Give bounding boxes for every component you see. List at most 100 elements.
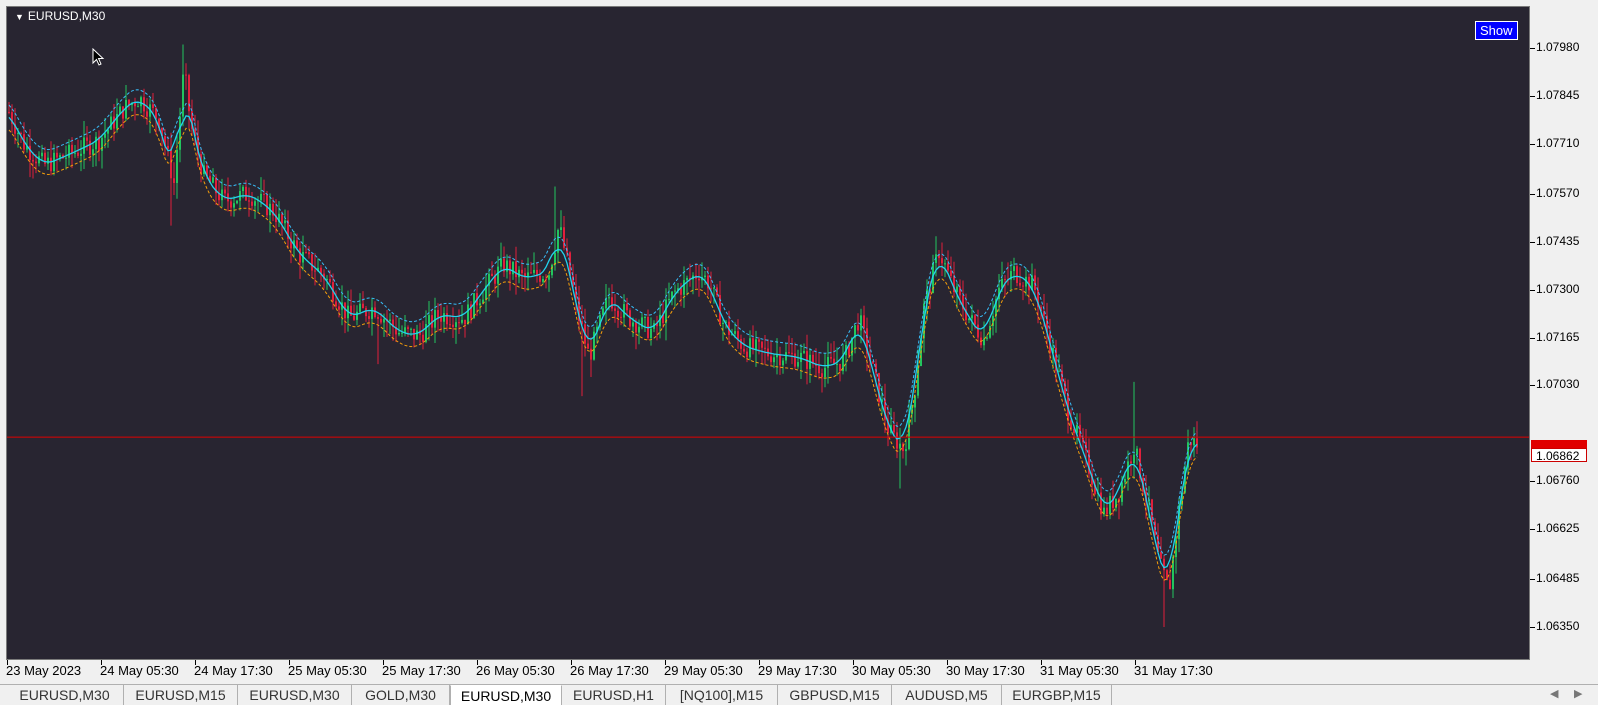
chart-tab[interactable]: EURUSD,M30 <box>238 685 352 705</box>
price-tick-label: 1.07845 <box>1536 87 1580 102</box>
price-tick-mark <box>1530 48 1535 49</box>
candle-body <box>167 145 169 149</box>
time-tick-mark <box>571 660 572 665</box>
candle-body <box>941 258 943 264</box>
candle-body <box>173 178 175 184</box>
candle-body <box>683 280 685 295</box>
candle-body <box>587 343 589 349</box>
candle-body <box>53 152 55 172</box>
candle-body <box>509 260 511 275</box>
candle-body <box>92 149 94 155</box>
candle-body <box>71 144 73 154</box>
chart-tab[interactable]: EURUSD,M30 <box>6 685 124 705</box>
candle-body <box>140 97 142 107</box>
candle-body <box>680 288 682 295</box>
chart-plot-area[interactable]: ▼ EURUSD,M30 Show <box>6 6 1530 660</box>
candle-body <box>713 287 715 289</box>
candle-body <box>533 269 535 273</box>
candle-body <box>830 356 832 359</box>
price-tick-mark <box>1530 627 1535 628</box>
candle-body <box>416 330 418 340</box>
symbol-label: EURUSD,M30 <box>27 9 106 23</box>
candle-body <box>1124 478 1126 483</box>
candle-body <box>590 348 592 360</box>
candle-body <box>1136 448 1138 455</box>
time-tick-label: 25 May 17:30 <box>382 663 461 678</box>
candle-body <box>410 328 412 330</box>
candle-body <box>458 322 460 324</box>
chart-tab[interactable]: GOLD,M30 <box>352 685 450 705</box>
candle-body <box>905 449 907 452</box>
candle-body <box>821 373 823 378</box>
price-tick-label: 1.07570 <box>1536 185 1580 200</box>
mouse-cursor-icon <box>92 48 105 66</box>
candle-body <box>263 193 265 195</box>
candle-body <box>242 186 244 192</box>
tab-scroll-left-icon[interactable]: ◀ <box>1550 687 1558 700</box>
candle-body <box>1004 278 1006 280</box>
candle-body <box>233 203 235 208</box>
candle-body <box>560 227 562 231</box>
price-tick-label: 1.06485 <box>1536 571 1580 586</box>
candle-body <box>359 303 361 312</box>
candle-body <box>254 201 256 206</box>
candle-body <box>1016 266 1018 283</box>
time-tick-label: 31 May 05:30 <box>1040 663 1119 678</box>
candle-body <box>950 270 952 276</box>
time-tick-label: 30 May 17:30 <box>946 663 1025 678</box>
candle-body <box>371 307 373 319</box>
candle-body <box>947 263 949 271</box>
candle-body <box>620 316 622 318</box>
candle-body <box>974 315 976 325</box>
time-tick-label: 25 May 05:30 <box>288 663 367 678</box>
price-tick-label: 1.07030 <box>1536 377 1580 392</box>
chart-tab[interactable]: EURGBP,M15 <box>1002 685 1112 705</box>
chart-tab[interactable]: EURUSD,M15 <box>124 685 238 705</box>
time-tick-mark <box>383 660 384 665</box>
chart-tab[interactable]: EURUSD,M30 <box>450 685 562 705</box>
candle-body <box>467 304 469 325</box>
time-tick-label: 31 May 17:30 <box>1134 663 1213 678</box>
time-tick-label: 23 May 2023 <box>6 663 82 678</box>
candle-body <box>305 252 307 254</box>
symbol-title[interactable]: ▼ EURUSD,M30 <box>15 9 105 23</box>
candle-body <box>512 261 514 275</box>
candle-body <box>1163 558 1165 571</box>
candle-body <box>89 140 91 155</box>
candle-body <box>839 363 841 372</box>
chart-tab[interactable]: GBPUSD,M15 <box>778 685 892 705</box>
candle-body <box>86 137 88 141</box>
candle-body <box>311 254 313 271</box>
tab-scroll-right-icon[interactable]: ▶ <box>1574 687 1582 700</box>
candle-body <box>650 328 652 338</box>
price-tick-mark <box>1530 579 1535 581</box>
upper-band-line <box>8 89 1198 556</box>
candle-body <box>1133 454 1135 464</box>
price-tick-label: 1.07165 <box>1536 329 1580 344</box>
candle-body <box>104 133 106 138</box>
collapse-arrow-icon[interactable]: ▼ <box>15 12 24 22</box>
price-tick-label: 1.07980 <box>1536 40 1580 54</box>
time-tick-label: 24 May 17:30 <box>194 663 273 678</box>
candle-body <box>785 352 787 361</box>
time-tick-mark <box>477 660 478 665</box>
chart-tab[interactable]: [NQ100],M15 <box>666 685 778 705</box>
price-tick-mark <box>1530 529 1535 531</box>
candle-body <box>614 308 616 311</box>
candle-body <box>452 324 454 327</box>
candle-body <box>356 311 358 320</box>
candle-body <box>752 338 754 350</box>
candle-body <box>1106 507 1108 515</box>
candle-body <box>248 200 250 202</box>
candle-body <box>896 432 898 449</box>
chart-tab[interactable]: AUDUSD,M5 <box>892 685 1002 705</box>
candle-body <box>299 248 301 263</box>
candle-body <box>170 148 172 179</box>
show-button[interactable]: Show <box>1475 21 1518 40</box>
candle-body <box>65 157 67 159</box>
candle-body <box>521 269 523 274</box>
time-tick-label: 29 May 05:30 <box>664 663 743 678</box>
price-chart[interactable] <box>7 7 1529 659</box>
chart-tab[interactable]: EURUSD,H1 <box>562 685 666 705</box>
candle-body <box>758 339 760 342</box>
